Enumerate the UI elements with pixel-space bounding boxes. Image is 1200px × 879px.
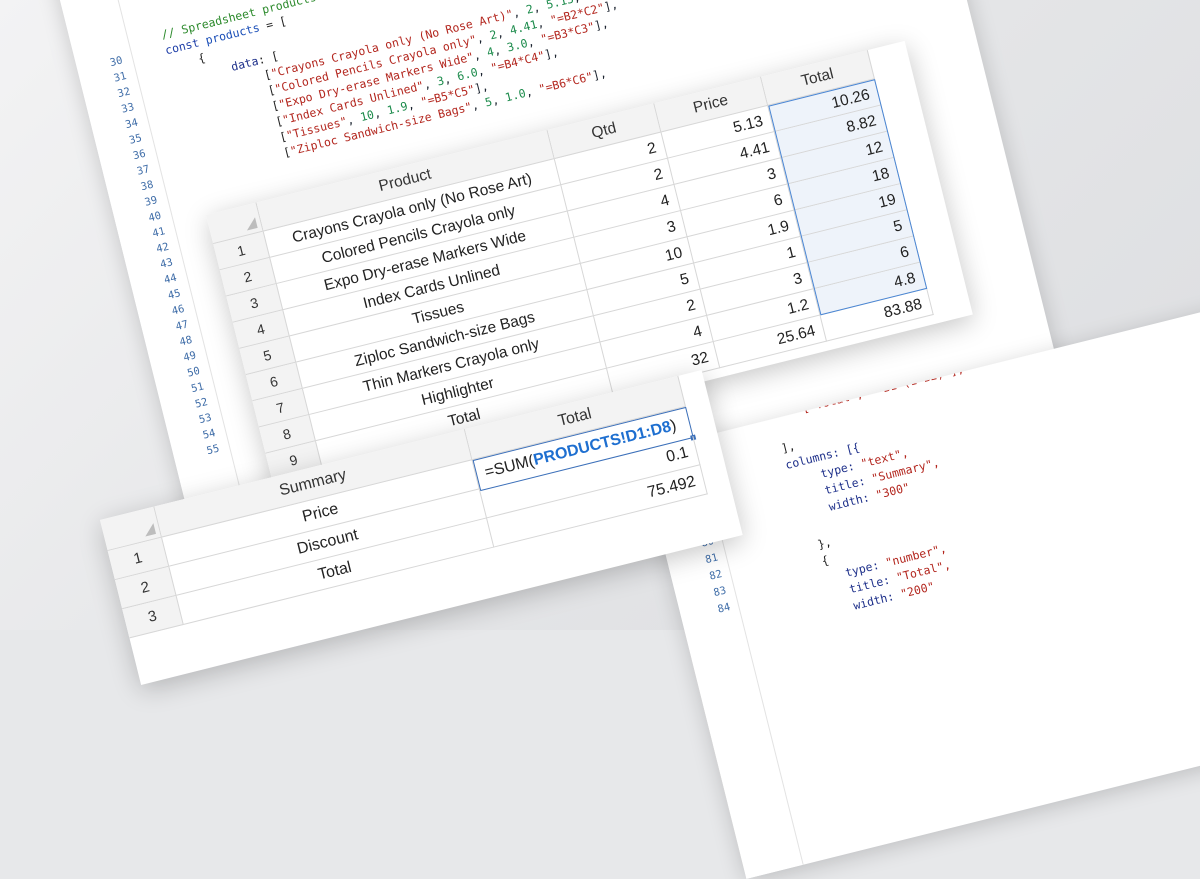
corner-triangle-icon (142, 523, 157, 537)
number-literal: 10 (358, 107, 376, 125)
number-literal: 4 (485, 44, 496, 60)
corner-triangle-icon (244, 217, 258, 231)
number-literal: 2 (488, 27, 499, 43)
number-literal: 1.0 (503, 85, 528, 105)
object-key: data (229, 53, 260, 74)
code-line: ], (779, 438, 797, 456)
code-line: { (196, 50, 207, 66)
code-line: { (820, 552, 831, 569)
number-literal: 5 (483, 94, 494, 110)
number-literal: 2 (524, 1, 535, 17)
string-literal: "=B6*C6" (537, 69, 595, 97)
code-line: }, (816, 534, 833, 552)
number-literal: 3 (435, 73, 446, 89)
